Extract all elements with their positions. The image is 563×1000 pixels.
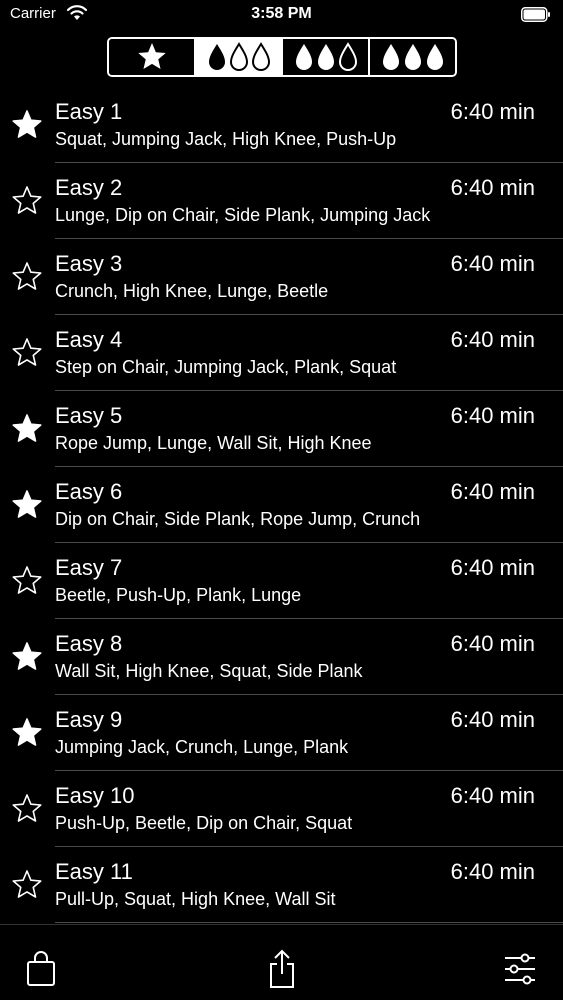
status-bar: Carrier 3:58 PM xyxy=(0,0,563,30)
one-drop-icon xyxy=(208,42,270,71)
workout-title: Easy 9 xyxy=(55,707,123,732)
toolbar-divider xyxy=(0,924,563,925)
workout-exercises: Jumping Jack, Crunch, Lunge, Plank xyxy=(55,737,349,757)
workout-duration: 6:40 min xyxy=(450,783,535,808)
workout-exercises: Step on Chair, Jumping Jack, Plank, Squa… xyxy=(55,357,397,377)
workout-title: Easy 3 xyxy=(55,251,123,276)
workout-row[interactable]: Easy 4 6:40 min Step on Chair, Jumping Jac… xyxy=(0,315,563,391)
workout-duration: 6:40 min xyxy=(450,631,535,656)
star-outline-icon[interactable] xyxy=(11,261,43,293)
workout-exercises: Pull-Up, Squat, High Knee, Wall Sit xyxy=(55,889,336,909)
workout-title: Easy 11 xyxy=(55,859,133,884)
workout-exercises: Lunge, Dip on Chair, Side Plank, Jumping… xyxy=(55,205,431,225)
battery-icon xyxy=(521,7,550,22)
workout-list: Easy 1 6:40 min Squat, Jumping Jack, High … xyxy=(0,87,563,923)
segment-medium[interactable] xyxy=(281,39,368,75)
segment-easy[interactable] xyxy=(194,39,281,75)
workout-row[interactable]: Easy 5 6:40 min Rope Jump, Lunge, Wall Sit… xyxy=(0,391,563,467)
star-filled-icon[interactable] xyxy=(11,641,43,673)
workout-exercises: Crunch, High Knee, Lunge, Beetle xyxy=(55,281,329,301)
workout-title: Easy 8 xyxy=(55,631,123,656)
workout-exercises: Push-Up, Beetle, Dip on Chair, Squat xyxy=(55,813,353,833)
star-filled-icon[interactable] xyxy=(11,413,43,445)
workout-duration: 6:40 min xyxy=(450,99,535,124)
workout-title: Easy 5 xyxy=(55,403,123,428)
workout-title: Easy 2 xyxy=(55,175,123,200)
workout-duration: 6:40 min xyxy=(450,859,535,884)
star-outline-icon[interactable] xyxy=(11,185,43,217)
workout-row[interactable]: Easy 2 6:40 min Lunge, Dip on Chair, Side … xyxy=(0,163,563,239)
workout-title: Easy 4 xyxy=(55,327,123,352)
workout-exercises: Beetle, Push-Up, Plank, Lunge xyxy=(55,585,302,605)
difficulty-segmented-control xyxy=(107,37,457,77)
workout-duration: 6:40 min xyxy=(450,175,535,200)
star-filled-icon[interactable] xyxy=(11,109,43,141)
star-filled-icon[interactable] xyxy=(11,489,43,521)
workout-row[interactable]: Easy 11 6:40 min Pull-Up, Squat, High Knee… xyxy=(0,847,563,923)
workout-row[interactable]: Easy 6 6:40 min Dip on Chair, Side Plank, … xyxy=(0,467,563,543)
segment-favorites[interactable] xyxy=(109,39,194,75)
workout-title: Easy 7 xyxy=(55,555,123,580)
workout-exercises: Wall Sit, High Knee, Squat, Side Plank xyxy=(55,661,363,681)
star-icon xyxy=(137,43,166,69)
star-outline-icon[interactable] xyxy=(11,565,43,597)
workout-duration: 6:40 min xyxy=(450,555,535,580)
workout-row[interactable]: Easy 8 6:40 min Wall Sit, High Knee, Squat… xyxy=(0,619,563,695)
workout-row[interactable]: Easy 3 6:40 min Crunch, High Knee, Lunge, … xyxy=(0,239,563,315)
workout-title: Easy 6 xyxy=(55,479,123,504)
star-outline-icon[interactable] xyxy=(11,337,43,369)
row-separator xyxy=(55,922,563,923)
star-outline-icon[interactable] xyxy=(11,793,43,825)
workout-row[interactable]: Easy 1 6:40 min Squat, Jumping Jack, High … xyxy=(0,87,563,163)
workout-row[interactable]: Easy 9 6:40 min Jumping Jack, Crunch, Lung… xyxy=(0,695,563,771)
workout-duration: 6:40 min xyxy=(450,707,535,732)
workout-duration: 6:40 min xyxy=(450,251,535,276)
status-time: 3:58 PM xyxy=(251,5,312,22)
workout-exercises: Dip on Chair, Side Plank, Rope Jump, Cru… xyxy=(55,509,421,529)
two-drop-icon xyxy=(295,42,357,71)
workout-row[interactable]: Easy 10 6:40 min Push-Up, Beetle, Dip on C… xyxy=(0,771,563,847)
star-outline-icon[interactable] xyxy=(11,869,43,901)
workout-row[interactable]: Easy 7 6:40 min Beetle, Push-Up, Plank, Lu… xyxy=(0,543,563,619)
workout-duration: 6:40 min xyxy=(450,327,535,352)
workout-exercises: Rope Jump, Lunge, Wall Sit, High Knee xyxy=(55,433,372,453)
workout-title: Easy 1 xyxy=(55,99,123,124)
settings-sliders-icon[interactable] xyxy=(503,952,537,986)
workout-title: Easy 10 xyxy=(55,783,135,808)
workout-exercises: Squat, Jumping Jack, High Knee, Push-Up xyxy=(55,129,397,149)
workout-duration: 6:40 min xyxy=(450,479,535,504)
share-icon[interactable] xyxy=(266,948,298,990)
star-filled-icon[interactable] xyxy=(11,717,43,749)
workout-duration: 6:40 min xyxy=(450,403,535,428)
workout-list-screen: Carrier 3:58 PM Easy 1 6:40 min Squat, J… xyxy=(0,0,563,1000)
segment-hard[interactable] xyxy=(368,39,455,75)
three-drop-icon xyxy=(382,44,443,70)
shopping-bag-icon[interactable] xyxy=(25,948,57,988)
